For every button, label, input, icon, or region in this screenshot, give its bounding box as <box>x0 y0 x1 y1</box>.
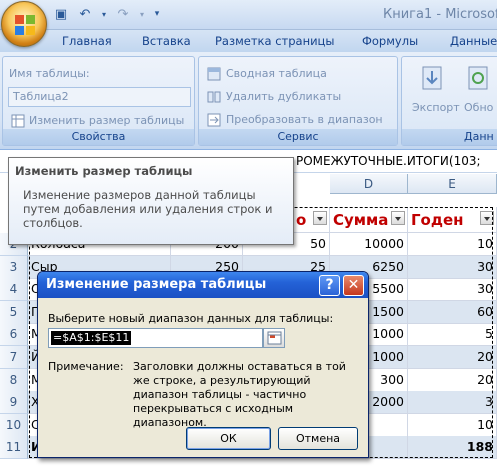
cancel-button[interactable]: Отмена <box>278 427 358 450</box>
external-data-group-label: Данн <box>402 129 497 145</box>
resize-table-icon <box>11 114 25 128</box>
filter-dropdown-icon[interactable] <box>480 211 494 225</box>
formula-text[interactable]: РОМЕЖУТОЧНЫЕ.ИТОГИ(103; <box>296 154 481 168</box>
dialog-title-bar[interactable]: Изменение размера таблицы ? ✕ <box>38 272 368 298</box>
dialog-body: Выберите новый диапазон данных для табли… <box>38 298 368 457</box>
close-button[interactable]: ✕ <box>343 275 364 296</box>
note-text: Заголовки должны оставаться в той же стр… <box>133 360 346 429</box>
service-group-label: Сервис <box>199 129 397 145</box>
help-button[interactable]: ? <box>319 275 340 296</box>
table-cell[interactable]: 10 <box>408 233 497 256</box>
header-sum-label: Сумма <box>333 211 389 229</box>
tab-data[interactable]: Данные <box>450 34 497 48</box>
redo-icon[interactable]: ↷ <box>114 5 132 23</box>
refresh-button[interactable]: Обно <box>464 101 493 114</box>
service-group: Сводная таблица Удалить дубликаты Преобр… <box>198 56 398 146</box>
external-data-group: Экспорт Обно Данн <box>401 56 497 146</box>
customize-qat-icon[interactable]: ▾ <box>152 5 162 23</box>
tab-formulas[interactable]: Формулы <box>362 34 418 48</box>
remove-duplicates-button[interactable]: Удалить дубликаты <box>226 90 341 103</box>
tooltip-body: Изменение размеров данной таблицы путем … <box>23 188 273 230</box>
table-cell[interactable]: 10 <box>408 414 497 437</box>
tab-page-layout[interactable]: Разметка страницы <box>215 34 334 48</box>
table-name-input[interactable]: Таблица2 <box>8 87 191 107</box>
table-cell[interactable]: 188 <box>408 436 497 459</box>
tooltip-title: Изменить размер таблицы <box>15 164 193 178</box>
properties-group-label: Свойства <box>3 129 194 145</box>
table-cell[interactable]: 30 <box>408 278 497 301</box>
table-name-label: Имя таблицы: <box>9 67 90 80</box>
ribbon-tabs: Главная Вставка Разметка страницы Формул… <box>0 30 497 52</box>
resize-table-button[interactable]: Изменить размер таблицы <box>29 114 184 127</box>
pivot-table-icon <box>207 67 221 81</box>
remove-duplicates-icon <box>207 91 221 103</box>
header-cell-sum[interactable]: Сумма <box>330 207 408 233</box>
convert-range-icon <box>207 113 221 127</box>
quick-access-toolbar: ▣ ↶ ▾ ↷ ▾ ▾ <box>52 5 162 23</box>
column-header-d[interactable]: D <box>330 174 408 194</box>
undo-icon[interactable]: ↶ <box>76 5 94 23</box>
resize-table-tooltip: Изменить размер таблицы Изменение размер… <box>8 157 294 245</box>
column-header-e[interactable]: E <box>408 174 497 194</box>
save-icon[interactable]: ▣ <box>52 5 70 23</box>
header-expiry-label: Годен <box>411 211 464 229</box>
row-header[interactable]: 4 <box>0 278 28 301</box>
row-header[interactable]: 9 <box>0 391 28 414</box>
convert-to-range-button[interactable]: Преобразовать в диапазон <box>226 113 383 126</box>
table-cell[interactable]: 10000 <box>330 233 408 256</box>
ok-button[interactable]: ОК <box>186 427 271 450</box>
collapse-dialog-button[interactable] <box>263 328 285 348</box>
header-c-label: о <box>296 211 307 229</box>
window-title: Книга1 - Microsoft E <box>383 7 497 22</box>
office-logo-icon <box>15 15 35 35</box>
table-cell[interactable]: 20 <box>408 369 497 392</box>
ribbon: Имя таблицы: Таблица2 Изменить размер та… <box>0 52 497 150</box>
table-cell[interactable]: 30 <box>408 256 497 279</box>
tab-insert[interactable]: Вставка <box>142 34 191 48</box>
range-select-icon <box>267 331 282 345</box>
export-icon <box>422 66 442 90</box>
table-cell[interactable]: 60 <box>408 301 497 324</box>
range-prompt: Выберите новый диапазон данных для табли… <box>48 312 334 325</box>
note-label: Примечание: <box>48 360 124 373</box>
pivot-table-button[interactable]: Сводная таблица <box>226 67 327 80</box>
resize-table-dialog: Изменение размера таблицы ? ✕ Выберите н… <box>37 271 369 458</box>
row-header[interactable]: 3 <box>0 256 28 279</box>
table-cell[interactable]: 3 <box>408 391 497 414</box>
filter-dropdown-icon[interactable] <box>313 211 327 225</box>
row-header[interactable]: 6 <box>0 323 28 346</box>
filter-dropdown-icon[interactable] <box>391 211 405 225</box>
office-button[interactable] <box>1 1 47 47</box>
title-bar: ▣ ↶ ▾ ↷ ▾ ▾ Книга1 - Microsoft E <box>0 0 497 47</box>
row-header[interactable]: 10 <box>0 414 28 437</box>
refresh-icon <box>468 66 488 90</box>
row-header[interactable]: 8 <box>0 369 28 392</box>
export-button[interactable]: Экспорт <box>412 101 460 114</box>
range-input[interactable]: =$A$1:$E$11 <box>48 328 263 348</box>
undo-dropdown-icon[interactable]: ▾ <box>100 5 108 23</box>
row-header[interactable]: 7 <box>0 346 28 369</box>
table-cell[interactable]: 5 <box>408 323 497 346</box>
tab-home[interactable]: Главная <box>62 34 112 48</box>
header-cell-c[interactable]: о <box>293 207 330 233</box>
row-header[interactable]: 5 <box>0 301 28 324</box>
range-value: =$A$1:$E$11 <box>51 331 132 345</box>
properties-group: Имя таблицы: Таблица2 Изменить размер та… <box>2 56 195 146</box>
header-cell-expiry[interactable]: Годен <box>408 207 497 233</box>
redo-dropdown-icon[interactable]: ▾ <box>138 5 146 23</box>
table-cell[interactable]: 20 <box>408 346 497 369</box>
row-header[interactable]: 11 <box>0 436 28 459</box>
dialog-title: Изменение размера таблицы <box>46 277 267 292</box>
